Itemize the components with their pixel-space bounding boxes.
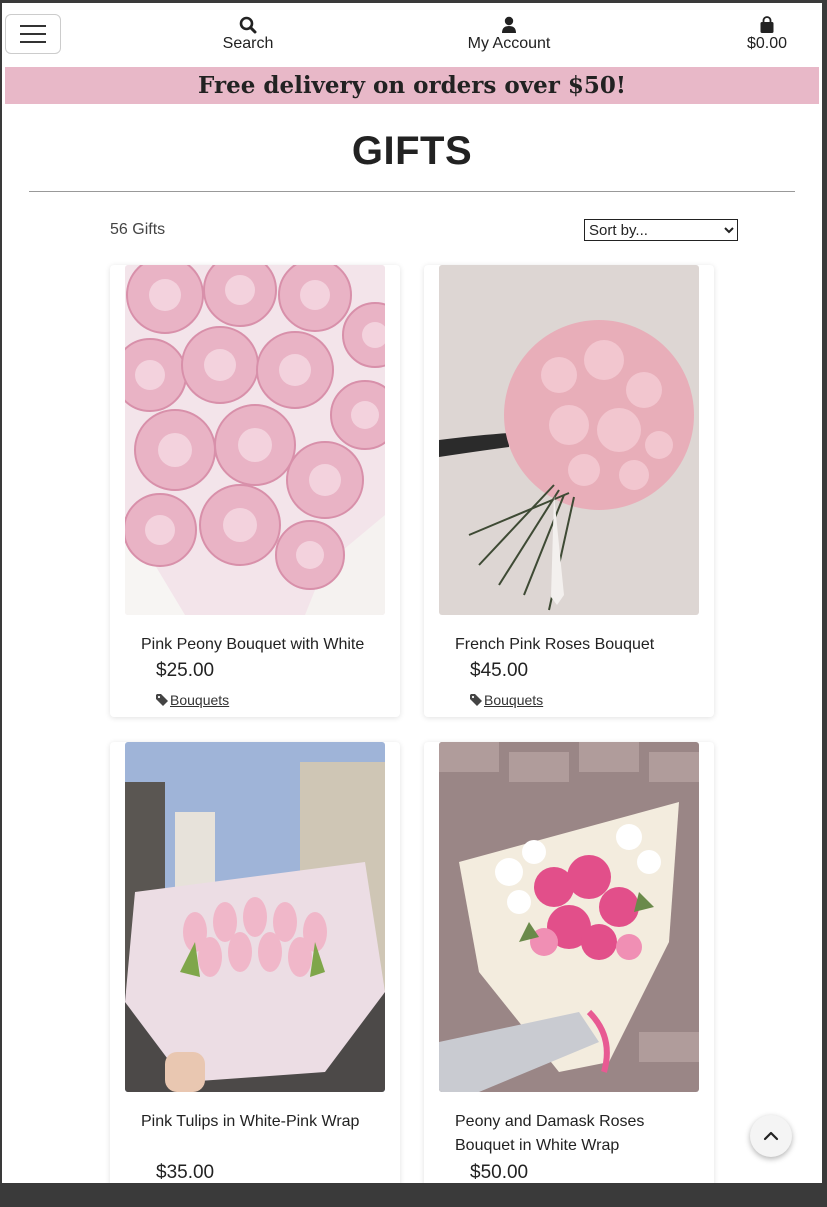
- page-frame: Search My Account $0.00 Free delivery on…: [0, 0, 827, 1183]
- category-link[interactable]: Bouquets: [484, 692, 543, 708]
- menu-toggle-button[interactable]: [5, 14, 61, 54]
- hamburger-icon: [20, 25, 46, 27]
- product-name[interactable]: Peony and Damask Roses Bouquet in White …: [455, 1110, 695, 1158]
- product-card[interactable]: Peony and Damask Roses Bouquet in White …: [424, 742, 714, 1183]
- sort-select[interactable]: Sort by...: [584, 219, 738, 241]
- user-icon: [502, 16, 516, 33]
- hamburger-icon: [20, 33, 46, 35]
- product-count: 56 Gifts: [110, 221, 166, 238]
- product-name[interactable]: French Pink Roses Bouquet: [455, 633, 695, 657]
- nav-account-label: My Account: [467, 35, 551, 52]
- nav-search-label: Search: [222, 35, 274, 52]
- nav-cart-link[interactable]: $0.00: [732, 15, 802, 53]
- tag-icon: [470, 694, 482, 706]
- window-bottom-bar: [0, 1183, 827, 1207]
- promo-banner: Free delivery on orders over $50!: [5, 67, 819, 104]
- top-navbar: Search My Account $0.00: [2, 3, 822, 67]
- product-name[interactable]: Pink Peony Bouquet with White: [141, 633, 381, 657]
- product-card[interactable]: Pink Tulips in White-Pink Wrap $35.00: [110, 742, 400, 1183]
- product-price: $45.00: [470, 660, 529, 681]
- chevron-up-icon: [763, 1131, 779, 1141]
- product-category: Bouquets: [156, 692, 229, 708]
- product-image[interactable]: [125, 742, 385, 1092]
- product-name[interactable]: Pink Tulips in White-Pink Wrap: [141, 1110, 381, 1134]
- nav-search-link[interactable]: Search: [208, 15, 288, 53]
- tag-icon: [156, 694, 168, 706]
- back-to-top-button[interactable]: [750, 1115, 792, 1157]
- title-divider: [29, 191, 795, 192]
- product-price: $50.00: [470, 1162, 529, 1183]
- page-title: GIFTS: [351, 129, 473, 173]
- product-category: Bouquets: [470, 692, 543, 708]
- search-icon: [239, 16, 257, 34]
- category-link[interactable]: Bouquets: [170, 692, 229, 708]
- product-image[interactable]: [439, 742, 699, 1092]
- hamburger-icon: [20, 41, 46, 43]
- product-image[interactable]: [439, 265, 699, 615]
- product-card[interactable]: Pink Peony Bouquet with White $25.00 Bou…: [110, 265, 400, 717]
- product-image[interactable]: [125, 265, 385, 615]
- product-price: $35.00: [156, 1162, 215, 1183]
- product-price: $25.00: [156, 660, 215, 681]
- cart-total: $0.00: [746, 35, 788, 52]
- nav-account-link[interactable]: My Account: [452, 15, 566, 53]
- shopping-bag-icon: [760, 16, 774, 33]
- product-card[interactable]: French Pink Roses Bouquet $45.00 Bouquet…: [424, 265, 714, 717]
